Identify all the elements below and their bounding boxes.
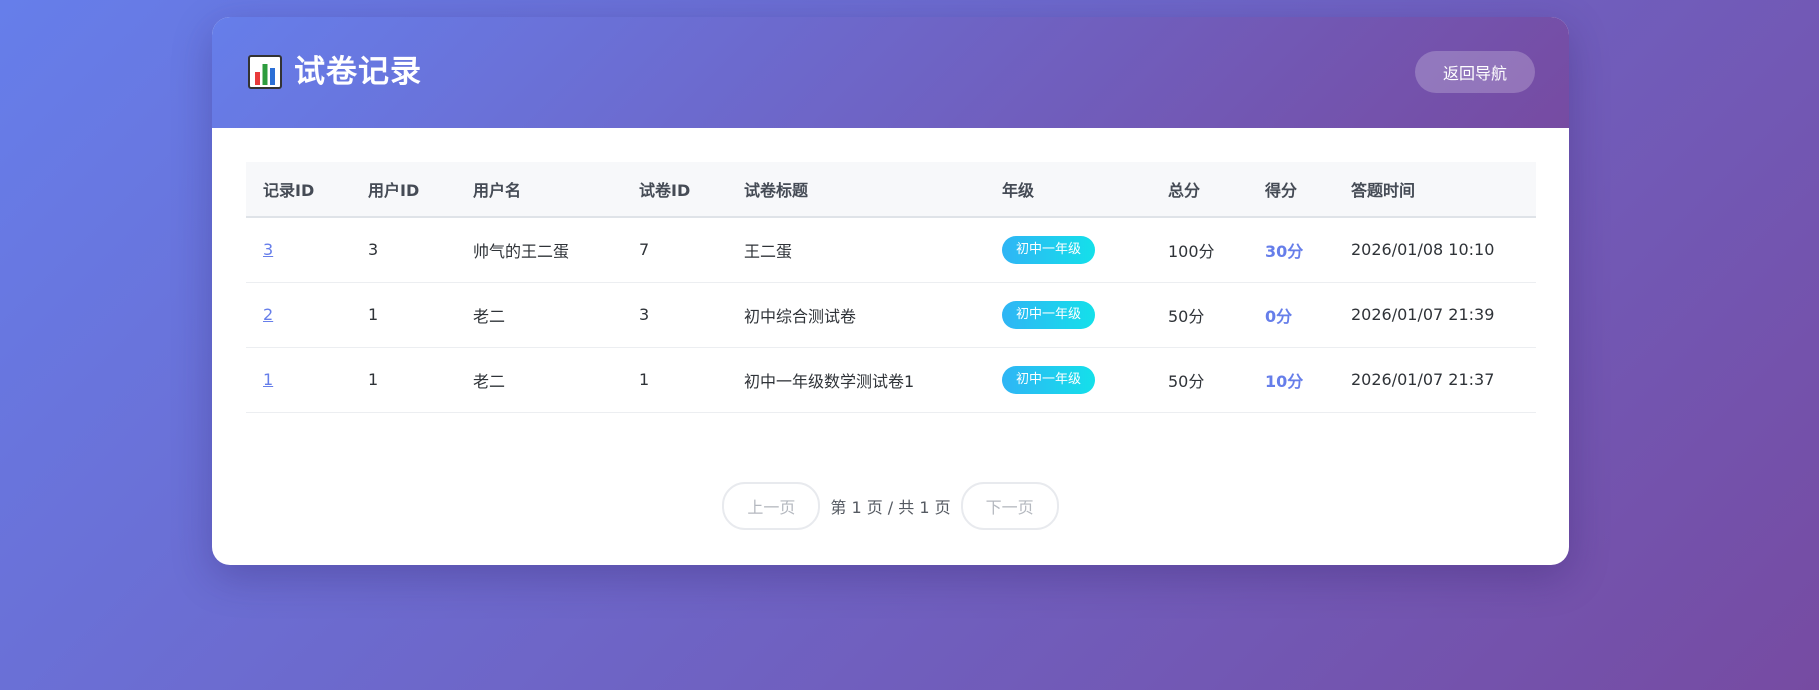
cell-user-id: 1 bbox=[368, 370, 379, 389]
bar-chart-icon bbox=[248, 55, 282, 89]
col-header-username: 用户名 bbox=[473, 181, 522, 200]
page-info: 第 1 页 / 共 1 页 bbox=[830, 498, 951, 517]
card-header: 试卷记录 返回导航 bbox=[212, 17, 1569, 128]
record-id-link[interactable]: 3 bbox=[263, 240, 273, 259]
cell-paper-title: 初中综合测试卷 bbox=[744, 306, 857, 326]
cell-record-id: 1 bbox=[246, 347, 351, 412]
records-card: 试卷记录 返回导航 记录ID 用户ID 用户名 试卷ID 试卷标题 年级 总分 … bbox=[212, 17, 1569, 565]
col-header-user-id: 用户ID bbox=[368, 181, 420, 200]
cell-username: 帅气的王二蛋 bbox=[473, 241, 570, 261]
cell-grade: 初中一年级 bbox=[985, 217, 1151, 282]
page-title: 试卷记录 bbox=[294, 54, 422, 90]
title-wrap: 试卷记录 bbox=[248, 55, 422, 89]
cell-time: 2026/01/07 21:39 bbox=[1351, 305, 1495, 324]
cell-paper-title: 初中一年级数学测试卷1 bbox=[744, 371, 915, 391]
cell-time: 2026/01/08 10:10 bbox=[1351, 240, 1495, 260]
next-page-button[interactable]: 下一页 bbox=[960, 482, 1059, 530]
cell-user-id: 1 bbox=[368, 305, 379, 324]
grade-badge: 初中一年级 bbox=[1002, 365, 1096, 394]
cell-paper-id: 7 bbox=[639, 240, 650, 260]
cell-paper-id: 3 bbox=[639, 305, 650, 324]
table-header-row: 记录ID 用户ID 用户名 试卷ID 试卷标题 年级 总分 得分 答题时间 bbox=[246, 162, 1536, 217]
table-row: 1 1 老二 1 初中一年级数学测试卷1 初中一年级 50分 10分 2026/… bbox=[246, 347, 1536, 412]
col-header-score: 得分 bbox=[1265, 181, 1298, 200]
table-row: 2 1 老二 3 初中综合测试卷 初中一年级 50分 0分 2026/01/07… bbox=[246, 282, 1536, 347]
col-header-paper-title: 试卷标题 bbox=[744, 181, 809, 200]
record-id-link[interactable]: 1 bbox=[263, 370, 273, 389]
cell-username: 老二 bbox=[473, 306, 506, 326]
table-row: 3 3 帅气的王二蛋 7 王二蛋 初中一年级 100分 30分 2026/01/… bbox=[246, 217, 1536, 282]
cell-user-id: 3 bbox=[368, 240, 379, 260]
record-id-link[interactable]: 2 bbox=[263, 305, 273, 324]
back-to-nav-button[interactable]: 返回导航 bbox=[1415, 51, 1535, 93]
cell-total: 100分 bbox=[1168, 241, 1215, 261]
col-header-record-id: 记录ID bbox=[263, 181, 315, 200]
cell-score: 10分 bbox=[1265, 371, 1304, 391]
col-header-time: 答题时间 bbox=[1351, 181, 1416, 200]
cell-score: 30分 bbox=[1265, 241, 1304, 261]
cell-username: 老二 bbox=[473, 371, 506, 391]
prev-page-button[interactable]: 上一页 bbox=[722, 482, 821, 530]
grade-badge: 初中一年级 bbox=[1002, 235, 1096, 264]
cell-record-id: 3 bbox=[246, 217, 351, 282]
cell-total: 50分 bbox=[1168, 371, 1205, 391]
cell-grade: 初中一年级 bbox=[985, 347, 1151, 412]
cell-grade: 初中一年级 bbox=[985, 282, 1151, 347]
col-header-paper-id: 试卷ID bbox=[639, 181, 691, 200]
cell-total: 50分 bbox=[1168, 306, 1205, 326]
cell-record-id: 2 bbox=[246, 282, 351, 347]
col-header-grade: 年级 bbox=[1002, 181, 1035, 200]
grade-badge: 初中一年级 bbox=[1002, 300, 1096, 329]
col-header-total: 总分 bbox=[1168, 181, 1201, 200]
records-table-area: 记录ID 用户ID 用户名 试卷ID 试卷标题 年级 总分 得分 答题时间 3 … bbox=[246, 162, 1536, 413]
pagination: 上一页 第 1 页 / 共 1 页 下一页 bbox=[212, 482, 1569, 530]
cell-paper-title: 王二蛋 bbox=[744, 241, 793, 261]
cell-score: 0分 bbox=[1265, 306, 1293, 326]
cell-time: 2026/01/07 21:37 bbox=[1351, 370, 1495, 389]
records-table: 记录ID 用户ID 用户名 试卷ID 试卷标题 年级 总分 得分 答题时间 3 … bbox=[246, 162, 1536, 413]
cell-paper-id: 1 bbox=[639, 370, 650, 389]
